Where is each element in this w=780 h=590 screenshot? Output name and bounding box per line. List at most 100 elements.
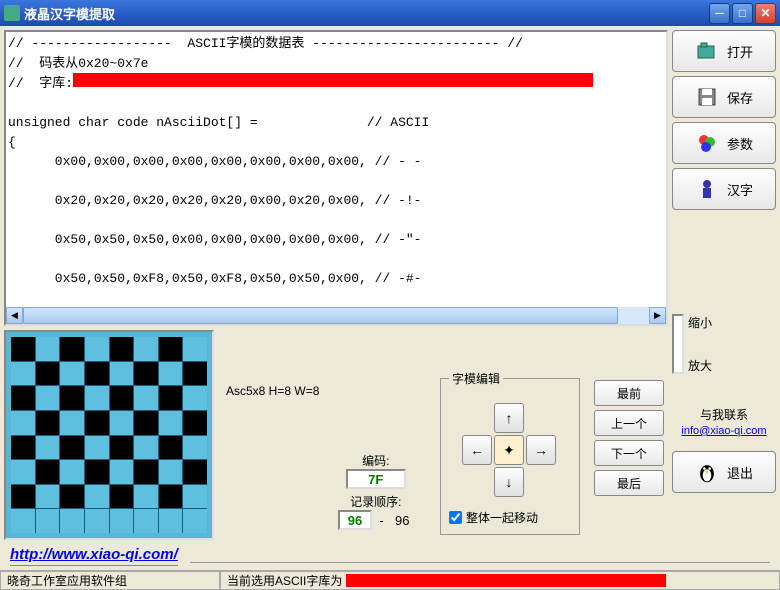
grid-cell[interactable] xyxy=(183,460,207,484)
grid-cell[interactable] xyxy=(134,460,158,484)
grid-cell[interactable] xyxy=(110,436,134,460)
window-title: 液晶汉字模提取 xyxy=(24,4,707,23)
minimize-button[interactable]: ─ xyxy=(709,3,730,24)
grid-cell[interactable] xyxy=(183,436,207,460)
status-lib: 当前选用ASCII字库为 xyxy=(220,571,780,590)
grid-cell[interactable] xyxy=(183,362,207,386)
encode-label: 编码: xyxy=(362,454,389,468)
grid-cell[interactable] xyxy=(134,386,158,410)
grid-cell[interactable] xyxy=(110,460,134,484)
grid-cell[interactable] xyxy=(159,411,183,435)
grid-cell[interactable] xyxy=(60,337,84,361)
grid-cell[interactable] xyxy=(60,509,84,533)
grid-cell[interactable] xyxy=(36,460,60,484)
first-button[interactable]: 最前 xyxy=(594,380,664,406)
grid-cell[interactable] xyxy=(60,362,84,386)
url-spacer xyxy=(190,549,770,563)
horizontal-scrollbar[interactable]: ◀ ▶ xyxy=(6,307,666,324)
grid-cell[interactable] xyxy=(11,362,35,386)
grid-cell[interactable] xyxy=(159,485,183,509)
grid-cell[interactable] xyxy=(134,509,158,533)
center-button[interactable]: ✦ xyxy=(494,435,524,465)
grid-cell[interactable] xyxy=(110,509,134,533)
grid-cell[interactable] xyxy=(85,411,109,435)
scroll-thumb[interactable] xyxy=(23,307,618,324)
grid-cell[interactable] xyxy=(85,509,109,533)
move-up-button[interactable]: ↑ xyxy=(494,403,524,433)
grid-cell[interactable] xyxy=(110,386,134,410)
grid-cell[interactable] xyxy=(36,436,60,460)
grid-cell[interactable] xyxy=(110,411,134,435)
font-grid-preview[interactable] xyxy=(4,330,214,540)
grid-cell[interactable] xyxy=(85,436,109,460)
grid-cell[interactable] xyxy=(85,460,109,484)
grid-cell[interactable] xyxy=(85,485,109,509)
move-together-checkbox[interactable] xyxy=(449,511,462,524)
seq-from-input[interactable] xyxy=(338,510,372,530)
grid-cell[interactable] xyxy=(85,386,109,410)
close-button[interactable]: ✕ xyxy=(755,3,776,24)
exit-button[interactable]: 退出 xyxy=(672,451,776,493)
hanzi-button[interactable]: 汉字 xyxy=(672,168,776,210)
grid-cell[interactable] xyxy=(159,436,183,460)
grid-cell[interactable] xyxy=(11,509,35,533)
last-button[interactable]: 最后 xyxy=(594,470,664,496)
grid-cell[interactable] xyxy=(183,485,207,509)
grid-cell[interactable] xyxy=(11,411,35,435)
zoom-slider[interactable] xyxy=(672,314,684,374)
grid-cell[interactable] xyxy=(134,337,158,361)
grid-cell[interactable] xyxy=(85,362,109,386)
grid-cell[interactable] xyxy=(36,411,60,435)
grid-cell[interactable] xyxy=(11,386,35,410)
website-link[interactable]: http://www.xiao-qi.com/ xyxy=(10,546,178,566)
grid-cell[interactable] xyxy=(110,337,134,361)
grid-cell[interactable] xyxy=(60,386,84,410)
grid-cell[interactable] xyxy=(60,485,84,509)
grid-cell[interactable] xyxy=(183,411,207,435)
grid-cell[interactable] xyxy=(134,485,158,509)
grid-cell[interactable] xyxy=(11,337,35,361)
params-button[interactable]: 参数 xyxy=(672,122,776,164)
grid-cell[interactable] xyxy=(11,485,35,509)
grid-cell[interactable] xyxy=(36,337,60,361)
code-output[interactable]: // ------------------ ASCII字模的数据表 ------… xyxy=(4,30,668,326)
scroll-left-button[interactable]: ◀ xyxy=(6,307,23,324)
grid-cell[interactable] xyxy=(60,460,84,484)
grid-cell[interactable] xyxy=(134,436,158,460)
zoom-shrink-label: 缩小 xyxy=(688,314,712,331)
grid-cell[interactable] xyxy=(159,362,183,386)
grid-cell[interactable] xyxy=(36,362,60,386)
grid-cell[interactable] xyxy=(159,386,183,410)
grid-cell[interactable] xyxy=(60,436,84,460)
grid-cell[interactable] xyxy=(159,337,183,361)
grid-cell[interactable] xyxy=(60,411,84,435)
grid-cell[interactable] xyxy=(36,386,60,410)
move-right-button[interactable]: → xyxy=(526,435,556,465)
grid-cell[interactable] xyxy=(110,362,134,386)
grid-cell[interactable] xyxy=(134,411,158,435)
open-button[interactable]: 打开 xyxy=(672,30,776,72)
scroll-right-button[interactable]: ▶ xyxy=(649,307,666,324)
prev-button[interactable]: 上一个 xyxy=(594,410,664,436)
grid-cell[interactable] xyxy=(110,485,134,509)
grid-cell[interactable] xyxy=(85,337,109,361)
move-down-button[interactable]: ↓ xyxy=(494,467,524,497)
move-left-button[interactable]: ← xyxy=(462,435,492,465)
grid-cell[interactable] xyxy=(11,436,35,460)
grid-cell[interactable] xyxy=(134,362,158,386)
grid-cell[interactable] xyxy=(36,485,60,509)
next-button[interactable]: 下一个 xyxy=(594,440,664,466)
contact-email-link[interactable]: info@xiao-qi.com xyxy=(681,425,766,437)
hanzi-icon xyxy=(695,177,719,201)
grid-cell[interactable] xyxy=(183,509,207,533)
grid-cell[interactable] xyxy=(11,460,35,484)
grid-cell[interactable] xyxy=(159,509,183,533)
grid-cell[interactable] xyxy=(183,386,207,410)
edit-legend: 字模编辑 xyxy=(449,370,503,387)
save-button[interactable]: 保存 xyxy=(672,76,776,118)
encode-input[interactable] xyxy=(346,469,406,489)
maximize-button[interactable]: □ xyxy=(732,3,753,24)
grid-cell[interactable] xyxy=(36,509,60,533)
grid-cell[interactable] xyxy=(183,337,207,361)
grid-cell[interactable] xyxy=(159,460,183,484)
